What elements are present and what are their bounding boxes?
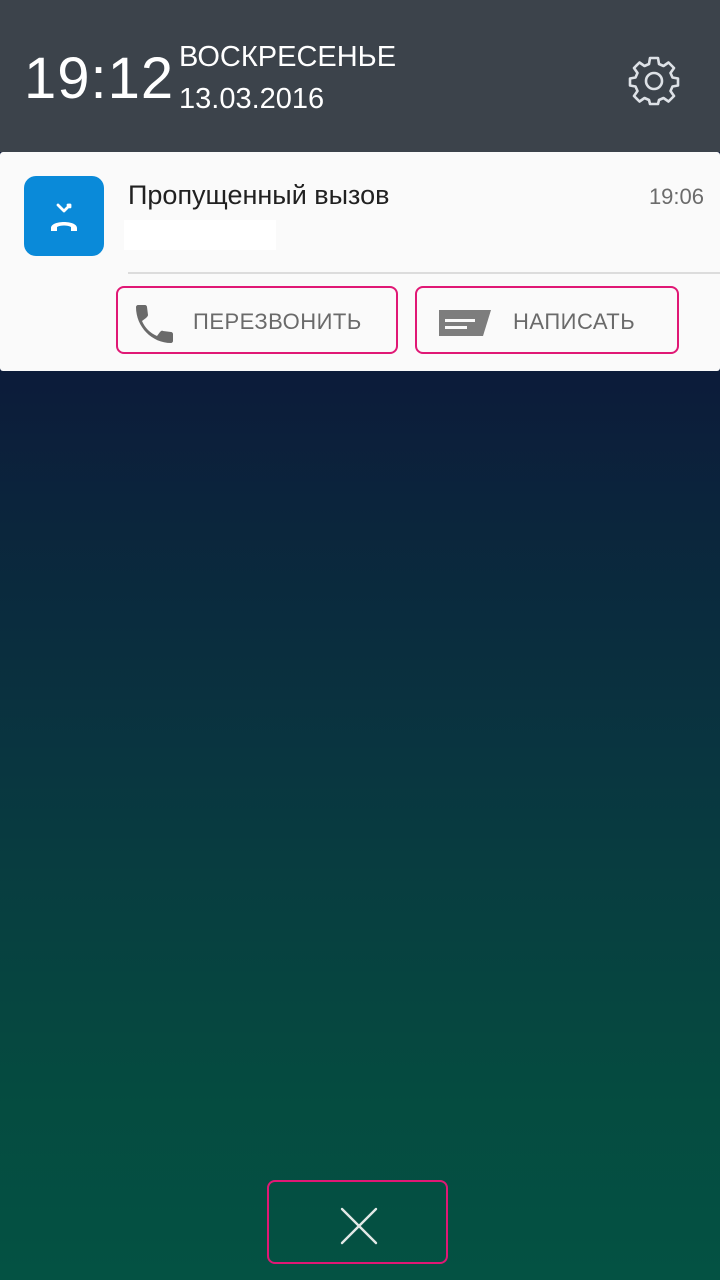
write-message-label: НАПИСАТЬ [513,309,636,334]
close-icon [340,1207,378,1245]
missed-call-icon [24,176,104,256]
gear-icon[interactable] [628,54,680,106]
notification-time: 19:06 [648,184,704,209]
phone-icon [136,305,173,343]
missed-call-notification[interactable]: Пропущенный вызов 19:06 ПЕРЕЗВОНИТЬ НАПИ… [0,152,720,371]
date-label: 13.03.2016 [179,83,325,115]
message-icon [439,310,491,336]
caller-name-redacted [124,220,276,250]
day-of-week: ВОСКРЕСЕНЬЕ [179,41,397,73]
lockscreen-header: 19:12 ВОСКРЕСЕНЬЕ 13.03.2016 [0,0,720,152]
call-back-label: ПЕРЕЗВОНИТЬ [193,309,362,334]
write-message-button[interactable]: НАПИСАТЬ [415,286,679,354]
clock-time: 19:12 [24,46,175,111]
notification-title: Пропущенный вызов [128,180,390,210]
dismiss-button[interactable] [267,1180,448,1264]
call-back-button[interactable]: ПЕРЕЗВОНИТЬ [116,286,398,354]
notification-divider [128,272,720,274]
